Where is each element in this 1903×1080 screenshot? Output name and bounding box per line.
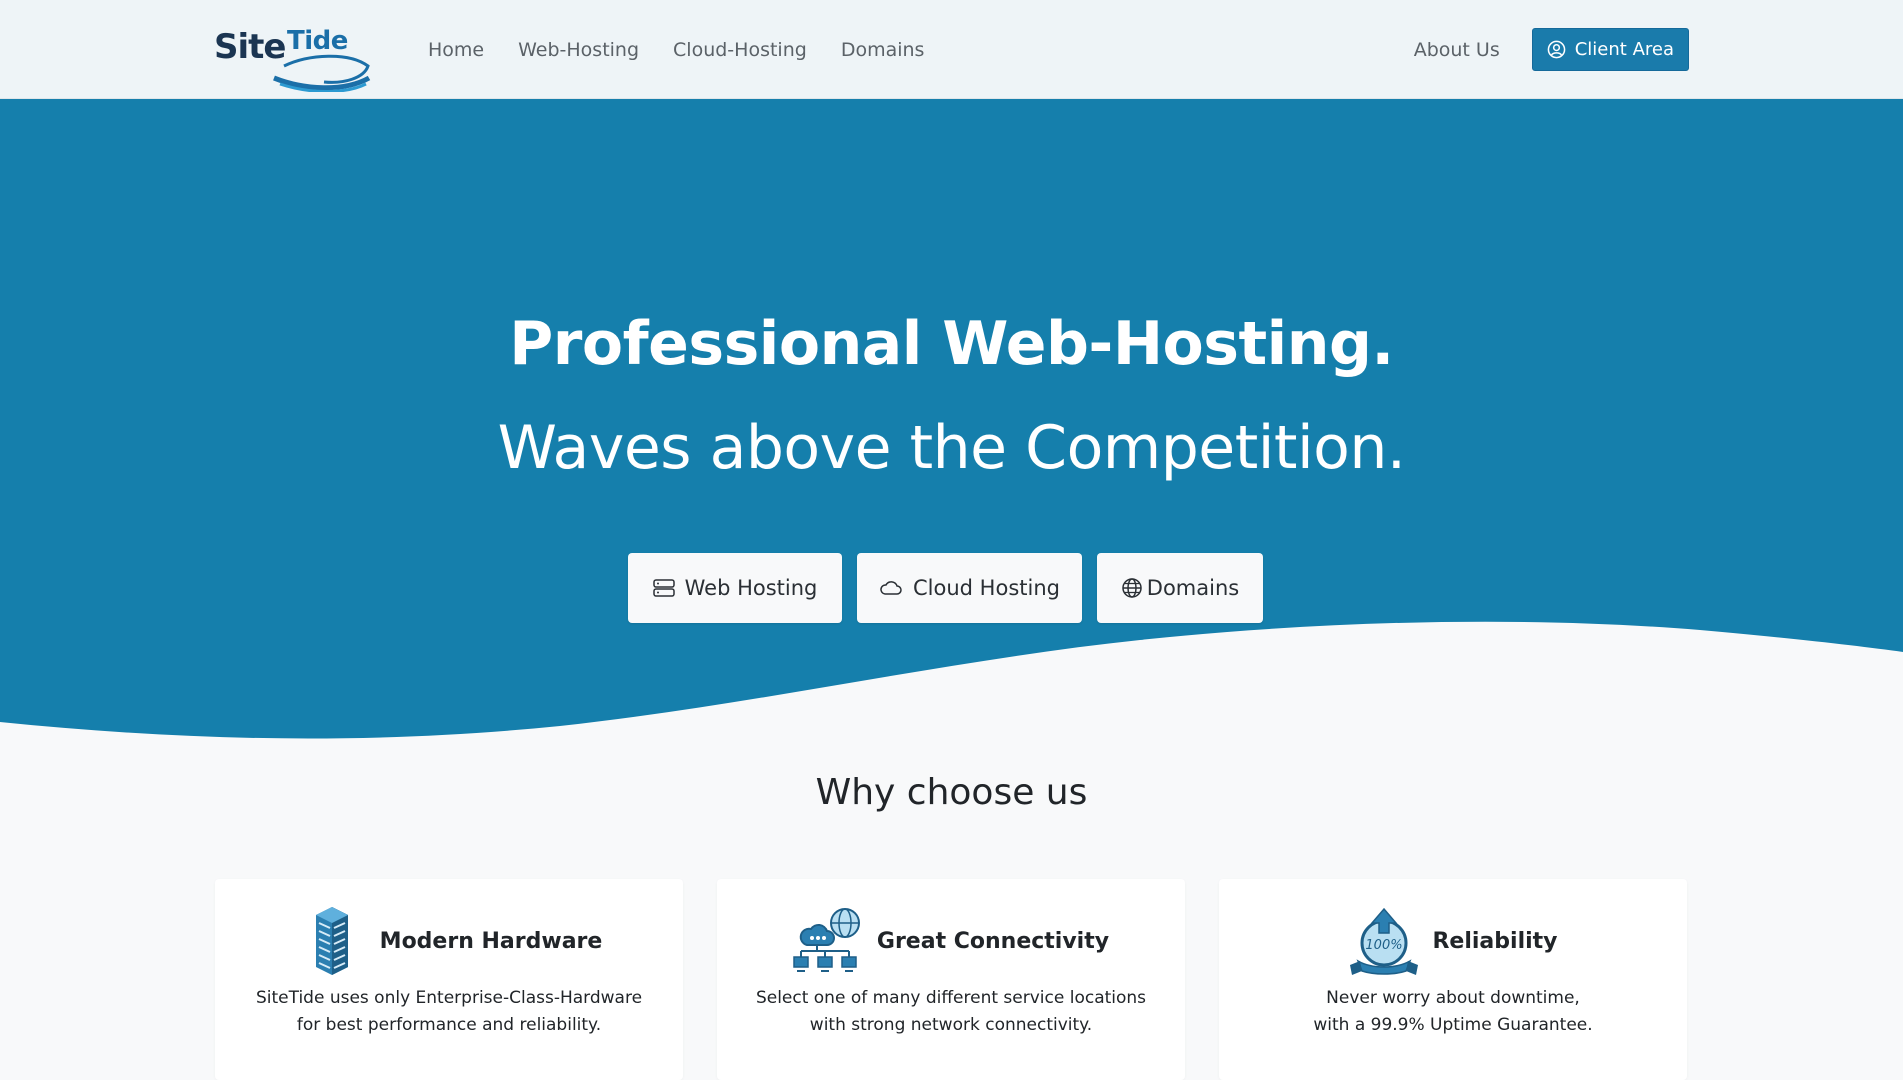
user-circle-icon	[1547, 40, 1566, 59]
hero-buttons: Web Hosting Cloud Hosting Domains	[628, 553, 1278, 623]
feature-card-connectivity: Great Connectivity Select one of many di…	[717, 879, 1185, 1080]
navbar: Site Tide Home Web-Hosting Cloud-Hosting…	[0, 0, 1903, 99]
client-area-button[interactable]: Client Area	[1531, 28, 1689, 71]
card-header: Great Connectivity	[717, 905, 1185, 977]
web-hosting-button[interactable]: Web Hosting	[628, 553, 842, 623]
client-area-label: Client Area	[1574, 39, 1674, 60]
card-header: Modern Hardware	[215, 905, 683, 977]
card-text-line: with a 99.9% Uptime Guarantee.	[1313, 1015, 1593, 1035]
feature-card-hardware: Modern Hardware SiteTide uses only Enter…	[215, 879, 683, 1080]
feature-card-reliability: 100% Reliability Never worry about downt…	[1219, 879, 1687, 1080]
card-description: Never worry about downtime, with a 99.9%…	[1219, 985, 1687, 1039]
web-hosting-label: Web Hosting	[684, 576, 818, 600]
section-wave	[0, 621, 1903, 760]
navbar-inner: Site Tide Home Web-Hosting Cloud-Hosting…	[214, 0, 1689, 99]
cloud-hosting-label: Cloud Hosting	[913, 576, 1060, 600]
nav-home[interactable]: Home	[428, 39, 484, 61]
cloud-icon	[879, 579, 903, 597]
card-text-line: SiteTide uses only Enterprise-Class-Hard…	[255, 988, 643, 1008]
card-description: Select one of many different service loc…	[717, 985, 1185, 1039]
card-text-line: with strong network connectivity.	[809, 1015, 1093, 1035]
server-icon	[652, 578, 675, 598]
card-text-line: Select one of many different service loc…	[755, 988, 1147, 1008]
nav-web-hosting[interactable]: Web-Hosting	[518, 39, 639, 61]
globe-icon	[1121, 577, 1143, 599]
nav-domains[interactable]: Domains	[841, 39, 925, 61]
logo-wave-icon	[273, 54, 371, 92]
card-title: Reliability	[1432, 928, 1558, 954]
server-rack-icon	[296, 905, 368, 977]
card-title: Modern Hardware	[379, 928, 603, 954]
why-choose-us-title: Why choose us	[815, 772, 1088, 813]
domains-label: Domains	[1146, 576, 1240, 600]
nav-cloud-hosting[interactable]: Cloud-Hosting	[673, 39, 807, 61]
main-nav: Home Web-Hosting Cloud-Hosting Domains	[428, 39, 958, 61]
card-text-line: Never worry about downtime,	[1326, 988, 1580, 1008]
card-header: 100% Reliability	[1219, 905, 1687, 977]
uptime-badge-icon: 100%	[1348, 905, 1420, 977]
badge-text: 100%	[1366, 938, 1403, 953]
network-globe-icon	[793, 905, 865, 977]
card-description: SiteTide uses only Enterprise-Class-Hard…	[215, 985, 683, 1039]
sitetide-logo[interactable]: Site Tide	[214, 20, 371, 92]
card-text-line: for best performance and reliability.	[296, 1015, 602, 1035]
domains-button[interactable]: Domains	[1097, 553, 1263, 623]
hero-subtitle: Waves above the Competition.	[497, 413, 1406, 483]
cloud-hosting-button[interactable]: Cloud Hosting	[857, 553, 1082, 623]
nav-about-us[interactable]: About Us	[1414, 39, 1500, 61]
hero-title: Professional Web-Hosting.	[509, 309, 1394, 379]
card-title: Great Connectivity	[876, 928, 1110, 954]
